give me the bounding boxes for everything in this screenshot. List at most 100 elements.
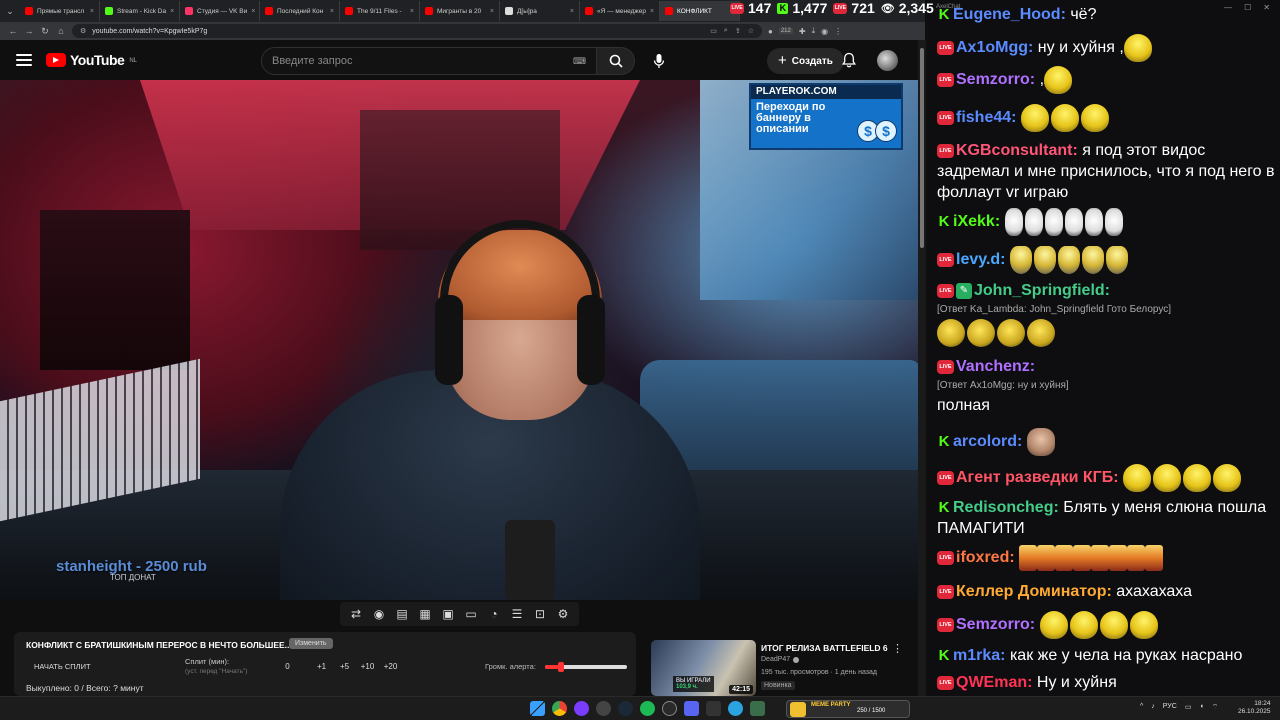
chat-nickname[interactable]: levy.d: [956, 251, 1006, 268]
video-player[interactable] [0, 80, 918, 600]
tab-close-icon[interactable]: × [330, 8, 334, 15]
download-icon[interactable]: ⤓ [812, 26, 816, 36]
translate-icon[interactable]: ▤ [394, 607, 410, 621]
home-icon[interactable]: ⌂ [56, 26, 66, 36]
chat-nickname[interactable]: Vanchenz: [956, 358, 1035, 375]
back-icon[interactable]: ← [8, 26, 18, 36]
chat-nickname[interactable]: KGBconsultant: [956, 142, 1078, 159]
recommended-video[interactable]: ВЫ ИГРАЛИ 103,9 ч. 42:15 ИТОГ РЕЛИЗА BAT… [651, 640, 911, 696]
chat-nickname[interactable]: ifoxred: [956, 549, 1015, 566]
chat-nickname[interactable]: Semzorro: [956, 616, 1035, 633]
search-input[interactable]: Введите запрос ⌨ [261, 47, 597, 75]
start-split-button[interactable]: НАЧАТЬ СПЛИТ [34, 662, 91, 671]
keyboard-icon[interactable]: ⌨ [573, 56, 586, 67]
tab-close-icon[interactable]: × [170, 8, 174, 15]
tab-close-icon[interactable]: × [410, 8, 414, 15]
menu-icon[interactable] [16, 54, 32, 66]
address-bar[interactable]: ⚙ youtube.com/watch?v=KpgwIe5kP7g ▭ ⌕ ⇪ … [72, 24, 762, 38]
bookmark-star-icon[interactable]: ☆ [748, 27, 754, 35]
browser-tab[interactable]: «Я — менеджер × [580, 1, 660, 21]
alert-volume-knob[interactable] [558, 662, 565, 672]
network-icon[interactable]: ▭ [1185, 703, 1192, 712]
discord-icon[interactable] [684, 701, 699, 716]
terminal-icon[interactable] [750, 701, 765, 716]
steam-icon[interactable] [618, 701, 633, 716]
windows-start-icon[interactable] [530, 701, 545, 716]
more-options-icon[interactable]: ⋮ [892, 642, 903, 655]
browser-tab[interactable]: Мигранты в 20 × [420, 1, 500, 21]
browser-tab[interactable]: Студия — VK Ви × [180, 1, 260, 21]
page-scrollbar[interactable] [918, 40, 926, 696]
extensions-puzzle-icon[interactable]: ✚ [799, 27, 806, 36]
pip-icon[interactable]: ▣ [440, 607, 456, 621]
miniplayer-icon[interactable]: ▭ [463, 607, 479, 621]
subtitles-icon[interactable]: ☰ [509, 607, 525, 621]
app-icon[interactable] [574, 701, 589, 716]
screenshot-icon[interactable]: ⊡ [532, 607, 548, 621]
recommended-thumbnail[interactable]: ВЫ ИГРАЛИ 103,9 ч. 42:15 [651, 640, 756, 696]
create-button[interactable]: + Создать [767, 48, 844, 74]
chat-nickname[interactable]: Келлер Доминатор: [956, 583, 1112, 600]
chat-nickname[interactable]: John_Springfield: [974, 282, 1110, 299]
browser-tab[interactable]: Последний Кон × [260, 1, 340, 21]
broadcast-icon[interactable]: ◉ [371, 607, 387, 621]
chat-nickname[interactable]: fishe44: [956, 109, 1016, 126]
extension-badge[interactable]: 212 [778, 28, 793, 34]
alert-volume-slider[interactable] [545, 662, 627, 672]
split-button-plus1[interactable]: +1 [310, 662, 333, 671]
browser-tab[interactable]: Stream - Kick Da × [100, 1, 180, 21]
browser-tab[interactable]: Прямые трансл × [20, 1, 100, 21]
tab-close-icon[interactable]: × [490, 8, 494, 15]
profile-icon[interactable]: ◉ [821, 27, 828, 36]
tab-close-icon[interactable]: × [90, 8, 94, 15]
chat-nickname[interactable]: Ax1oMgg: [956, 39, 1033, 56]
clock[interactable]: 18:24 26.10.2025 [1238, 700, 1271, 716]
tab-close-icon[interactable]: × [251, 8, 255, 15]
share-icon[interactable]: ⇪ [735, 27, 741, 35]
chat-nickname[interactable]: Агент разведки КГБ: [956, 469, 1119, 486]
loop-icon[interactable]: ⇄ [348, 607, 364, 621]
recommended-title[interactable]: ИТОГ РЕЛИЗА BATTLEFIELD 6 [761, 643, 888, 653]
obs-icon[interactable] [596, 701, 611, 716]
browser-tab[interactable]: Д[ы]ра × [500, 1, 580, 21]
chat-nickname[interactable]: iXekk: [953, 213, 1000, 230]
youtube-logo[interactable]: YouTube NL [46, 52, 137, 68]
settings-icon[interactable]: ⚙ [555, 607, 571, 621]
wifi-icon[interactable]: ⌔ [1212, 703, 1219, 712]
tab-search-icon[interactable]: ⌄ [0, 0, 20, 22]
chrome-icon[interactable] [552, 701, 567, 716]
chat-nickname[interactable]: arcolord: [953, 433, 1022, 450]
recommended-channel[interactable]: DeadP47 [761, 656, 800, 663]
sponsor-ad-banner[interactable]: PLAYEROK.COM Переходи по баннеру в описа… [749, 83, 903, 150]
chat-nickname[interactable]: Eugene_Hood: [953, 6, 1066, 23]
zoom-icon[interactable]: ⌕ [724, 27, 728, 35]
scrollbar-thumb[interactable] [920, 48, 924, 248]
notifications-bell-icon[interactable] [842, 52, 856, 68]
split-button-0[interactable]: 0 [276, 662, 299, 671]
browser-tab[interactable]: КОНФЛИКТ× [660, 1, 740, 21]
clapper-icon[interactable]: ▦ [417, 607, 433, 621]
chat-nickname[interactable]: Redisoncheg: [953, 499, 1059, 516]
chat-nickname[interactable]: m1rka: [953, 647, 1005, 664]
meme-party-widget[interactable]: MEME PARTY 250 / 1500 [786, 700, 910, 718]
reload-icon[interactable]: ↻ [40, 26, 50, 37]
account-avatar[interactable] [877, 50, 898, 71]
vpn-icon[interactable] [662, 701, 677, 716]
spotify-icon[interactable] [640, 701, 655, 716]
browser-tab[interactable]: The 9/11 Files - × [340, 1, 420, 21]
tab-close-icon[interactable]: × [570, 8, 574, 15]
extension-icon[interactable]: ● [768, 27, 773, 36]
search-button[interactable] [597, 47, 635, 75]
split-button-plus5[interactable]: +5 [333, 662, 356, 671]
forward-icon[interactable]: → [24, 26, 34, 36]
tab-close-icon[interactable]: × [650, 8, 654, 15]
player-icon[interactable] [706, 701, 721, 716]
browser-menu-icon[interactable]: ⋮ [834, 27, 842, 36]
chat-nickname[interactable]: Semzorro: [956, 71, 1035, 88]
volume-icon[interactable]: ◖ [1199, 703, 1203, 712]
mic-tray-icon[interactable]: ♪ [1151, 703, 1155, 712]
speed-icon[interactable]: ◔ [486, 607, 502, 621]
install-icon[interactable]: ▭ [710, 27, 717, 35]
telegram-icon[interactable] [728, 701, 743, 716]
split-button-plus10[interactable]: +10 [356, 662, 379, 671]
